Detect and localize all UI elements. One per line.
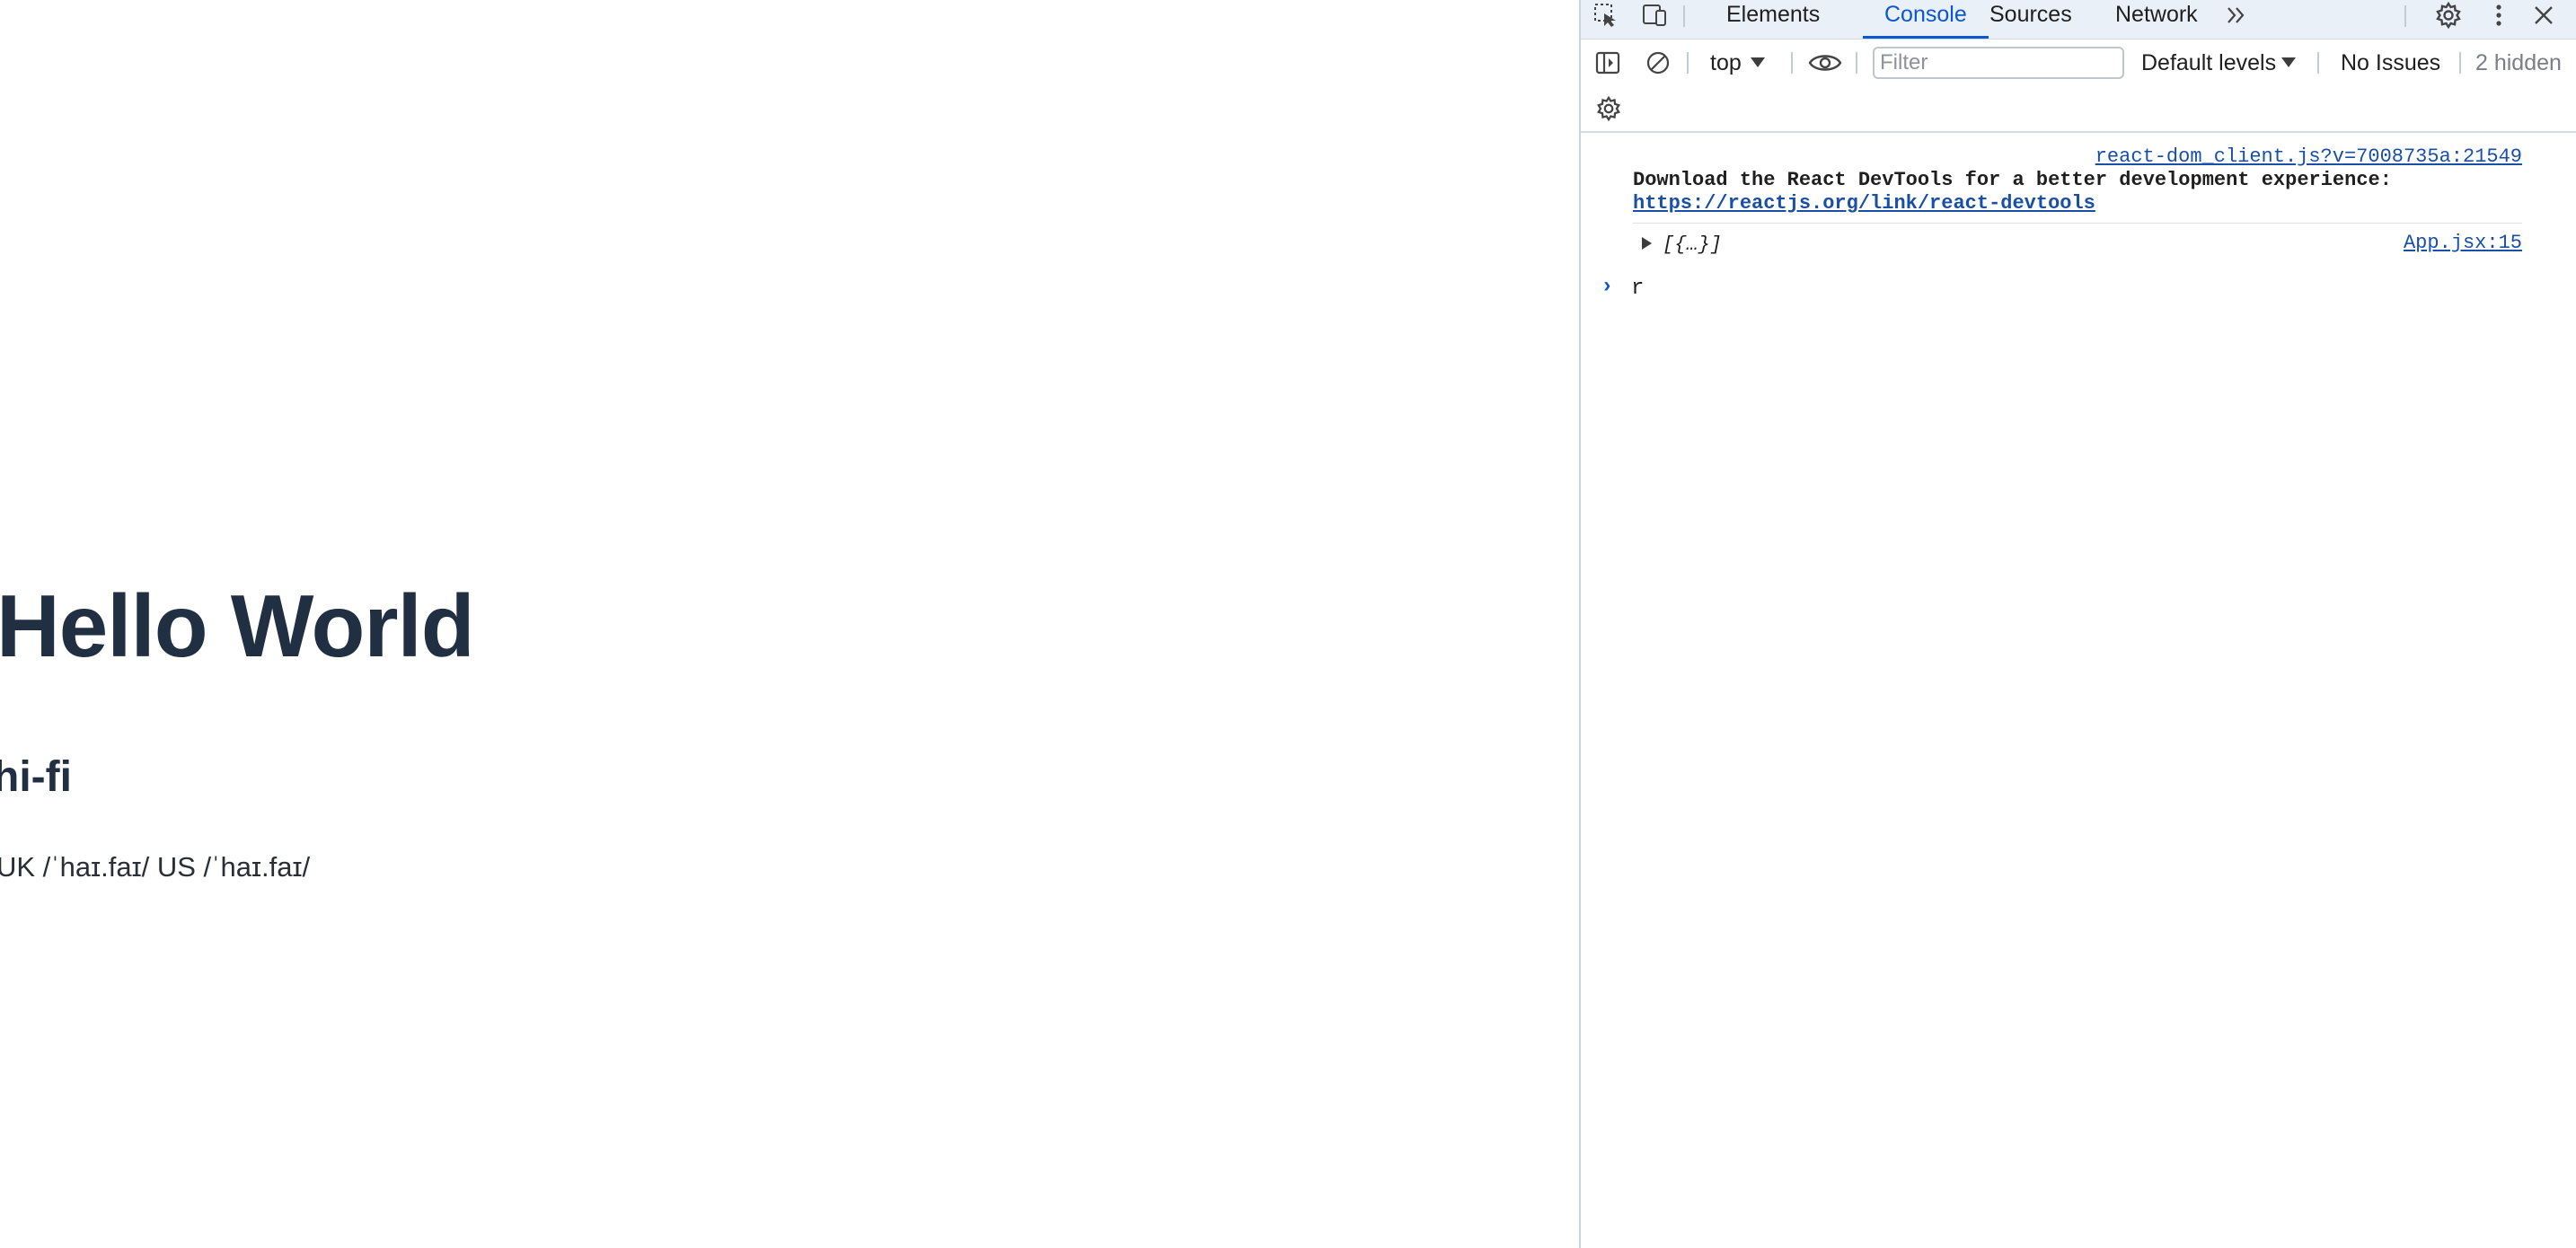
devtools-panel: Elements Console Sources Network top Fil…: [1579, 0, 2576, 1248]
pronunciation-text: UK /ˈhaɪ.faɪ/ US /ˈhaɪ.faɪ/: [0, 851, 311, 883]
message-source-link[interactable]: App.jsx:15: [2404, 232, 2522, 254]
close-icon[interactable]: [2526, 0, 2562, 31]
toolbar-separator: [2459, 52, 2461, 74]
tab-elements[interactable]: Elements: [1726, 0, 1820, 39]
sidebar-toggle-icon[interactable]: [1592, 47, 1624, 79]
tab-sources[interactable]: Sources: [1989, 0, 2072, 39]
console-message: react-dom_client.js?v=7008735a:21549 Dow…: [1581, 145, 2576, 232]
message-source-link[interactable]: react-dom_client.js?v=7008735a:21549: [2095, 145, 2522, 168]
toolbar-separator: [1856, 52, 1857, 74]
console-prompt-row[interactable]: › r: [1581, 275, 2576, 311]
devtools-tabbar: Elements Console Sources Network: [1581, 0, 2576, 40]
context-selector[interactable]: top: [1710, 50, 1765, 76]
toolbar-separator: [2317, 52, 2319, 74]
tabbar-separator: [2404, 5, 2406, 27]
log-levels-label: Default levels: [2141, 50, 2277, 75]
console-toolbar-secondary: [1581, 88, 2576, 133]
issues-button[interactable]: No Issues: [2341, 50, 2440, 76]
filter-input[interactable]: [1873, 47, 2124, 79]
eye-icon[interactable]: [1805, 47, 1845, 79]
gear-icon[interactable]: [2430, 0, 2466, 31]
console-settings-gear-icon[interactable]: [1593, 93, 1624, 124]
log-levels-dropdown[interactable]: Default levels: [2141, 50, 2297, 76]
inspect-element-icon[interactable]: [1588, 0, 1624, 31]
kebab-menu-icon[interactable]: [2481, 0, 2517, 31]
chevron-double-right-icon[interactable]: [2219, 0, 2254, 31]
react-devtools-link[interactable]: https://reactjs.org/link/react-devtools: [1633, 192, 2095, 215]
prompt-chevron-icon: ›: [1601, 275, 1614, 299]
hidden-messages-count: 2 hidden: [2475, 50, 2562, 75]
tab-network[interactable]: Network: [2115, 0, 2198, 39]
tab-console[interactable]: Console: [1863, 0, 1989, 39]
device-toolbar-icon[interactable]: [1636, 0, 1672, 31]
tabbar-separator: [1683, 5, 1685, 27]
page-viewport: Hello World hi-fi UK /ˈhaɪ.faɪ/ US /ˈhaɪ…: [0, 0, 1579, 1248]
object-preview: [{…}]: [1663, 233, 1723, 256]
toolbar-separator: [1791, 52, 1793, 74]
console-toolbar: top Default levels No Issues 2 hidden: [1581, 40, 2576, 88]
caret-down-icon: [2281, 57, 2297, 67]
toolbar-separator: [1687, 52, 1689, 74]
console-input[interactable]: r: [1631, 277, 1644, 301]
expandable-object[interactable]: [{…}]: [1642, 233, 1722, 256]
console-message: App.jsx:15 [{…}]: [1581, 232, 2576, 268]
expand-triangle-icon[interactable]: [1642, 236, 1652, 250]
word-heading: hi-fi: [0, 753, 72, 801]
clear-console-icon[interactable]: [1642, 47, 1674, 79]
context-label: top: [1710, 50, 1742, 75]
message-divider: [1633, 223, 2522, 224]
message-text: Download the React DevTools for a better…: [1633, 169, 2392, 191]
caret-down-icon: [1750, 57, 1765, 67]
page-heading: Hello World: [0, 576, 475, 675]
